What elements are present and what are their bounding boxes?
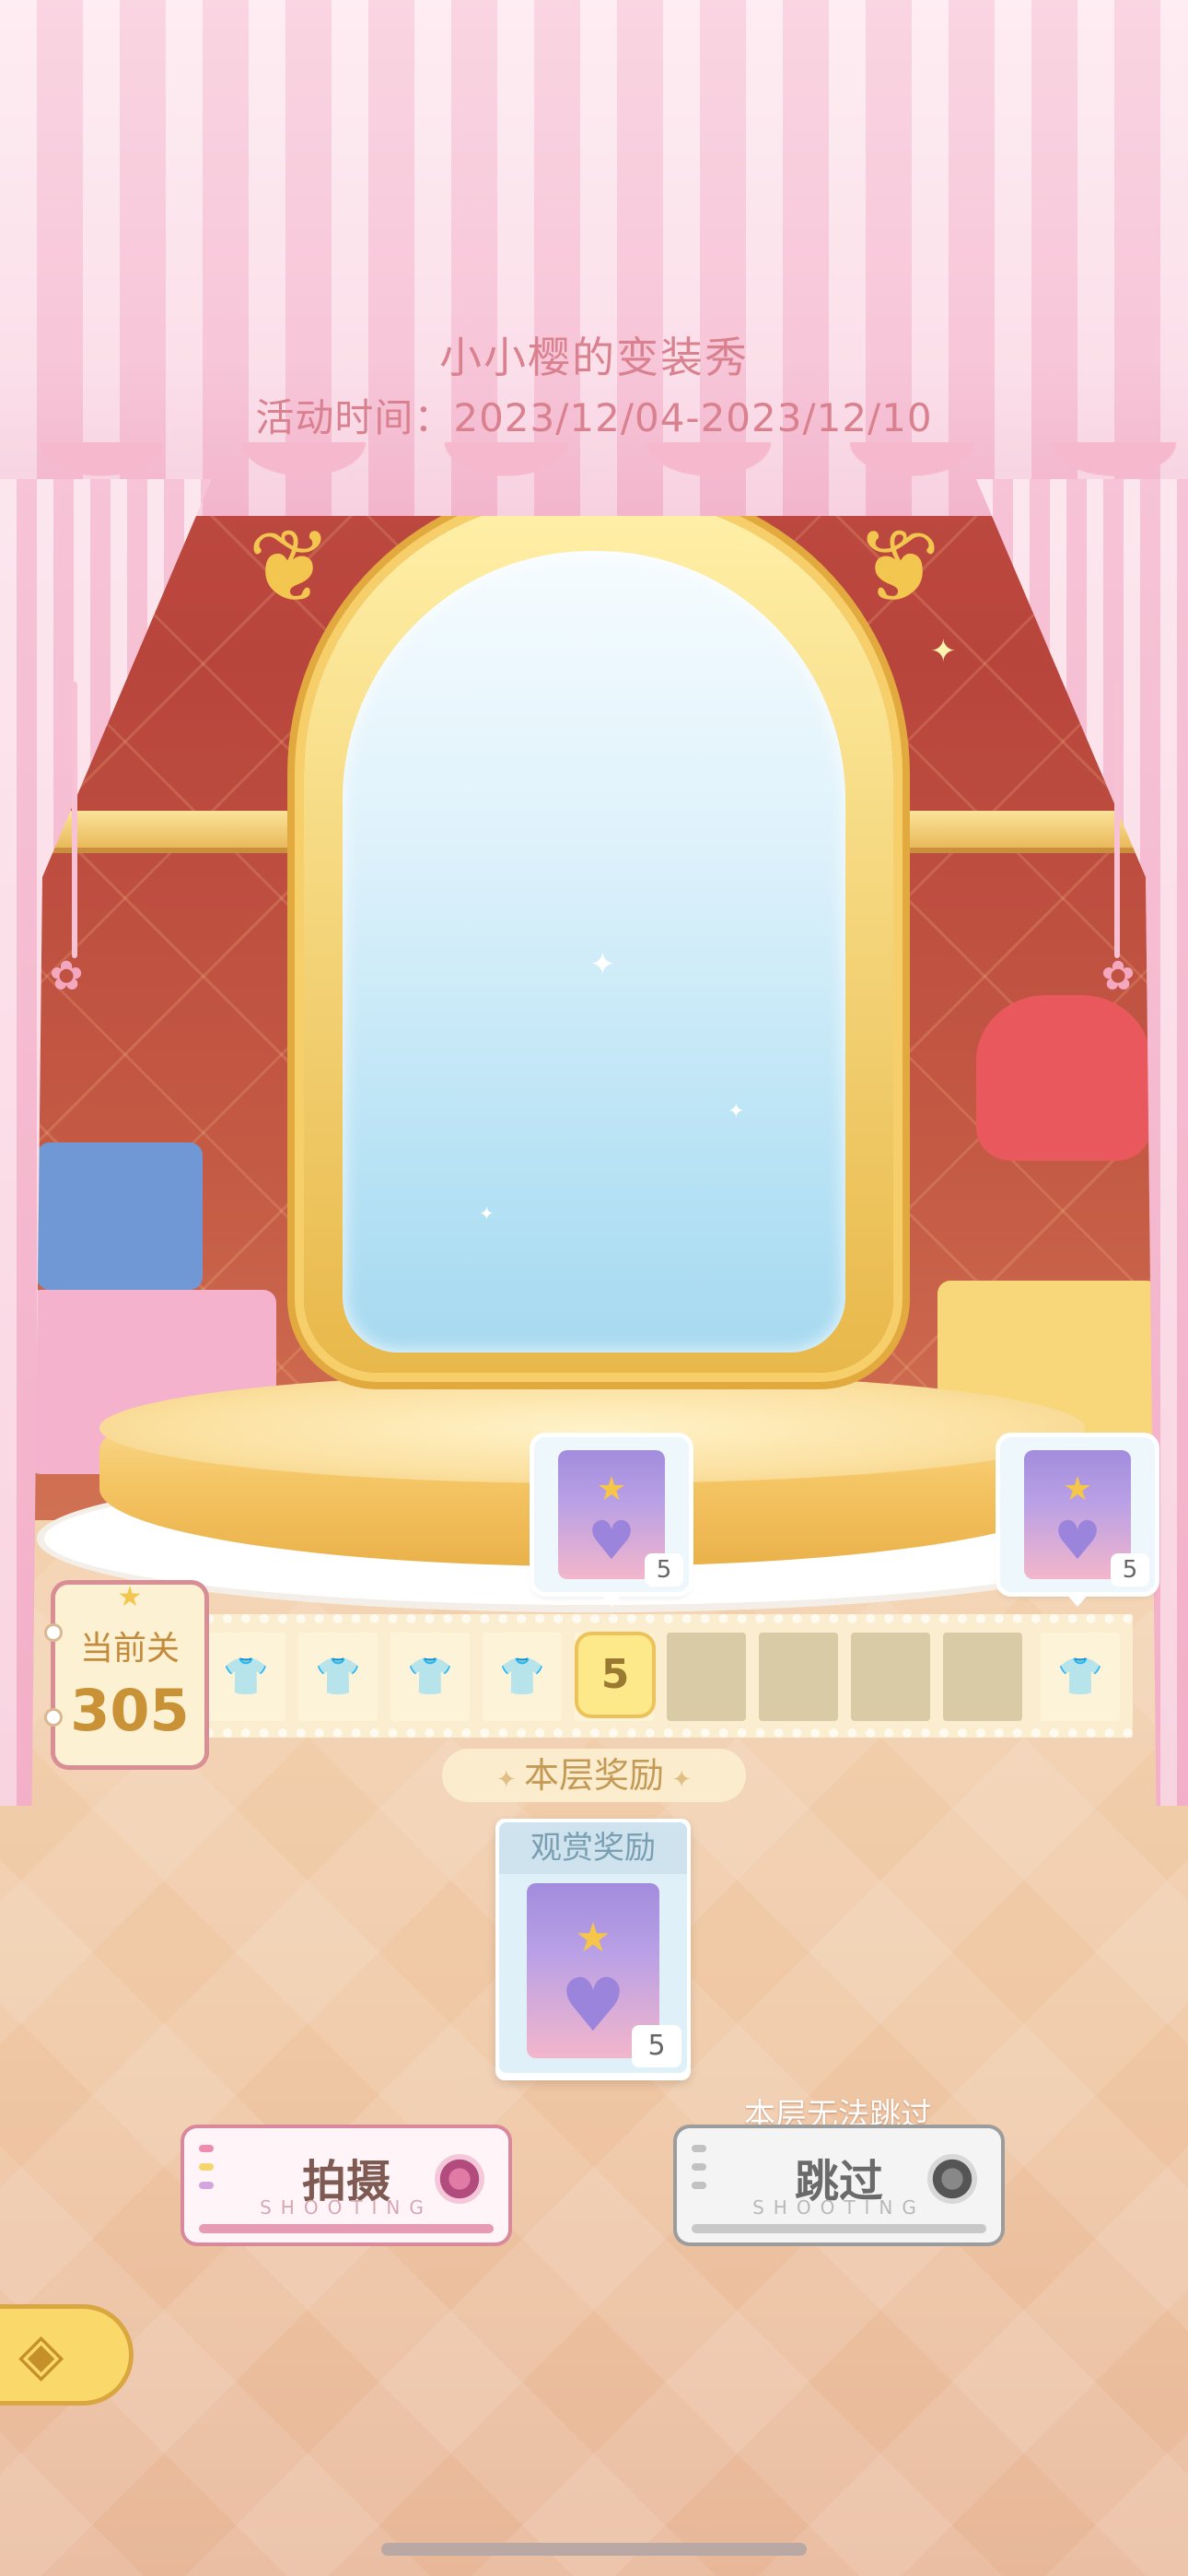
floor-reward-title: ✦ 本层奖励 ✦ bbox=[442, 1749, 746, 1802]
star-icon: ★ bbox=[117, 1581, 143, 1613]
current-level-marker: 5 bbox=[578, 1635, 652, 1715]
back-button[interactable]: ◈ bbox=[0, 2309, 129, 2401]
level-slot-completed: 👕 bbox=[483, 1633, 562, 1721]
shirt-icon: 👕 bbox=[1057, 1656, 1103, 1698]
level-slot-milestone: 👕 bbox=[1041, 1633, 1120, 1721]
viewing-reward-title: 观赏奖励 bbox=[499, 1822, 687, 1874]
sparkle-icon: ✦ bbox=[930, 633, 957, 670]
current-level-label: 当前关 bbox=[79, 1630, 180, 1668]
sparkle-icon: ✦ bbox=[479, 1202, 495, 1224]
camera-lens-icon bbox=[435, 2154, 484, 2204]
milestone-reward-card[interactable]: ★ ♥ 5 bbox=[534, 1437, 689, 1607]
reward-count: 5 bbox=[1111, 1553, 1149, 1587]
level-slot-locked bbox=[759, 1633, 838, 1721]
level-slot-locked bbox=[943, 1633, 1022, 1721]
star-icon: ★ bbox=[1062, 1470, 1093, 1508]
milestone-reward-card[interactable]: ★ ♥ 5 bbox=[1000, 1437, 1155, 1607]
event-time: 活动时间：2023/12/04-2023/12/10 bbox=[255, 395, 933, 440]
viewing-reward-card[interactable]: 观赏奖励 ★ ♥ 5 bbox=[495, 1819, 691, 2080]
current-level-badge: ★ 当前关 305 bbox=[44, 1581, 204, 1765]
camera-bar bbox=[692, 2224, 986, 2233]
camera-lens-icon bbox=[927, 2154, 977, 2204]
sparkle-icon: ✦ bbox=[664, 1766, 693, 1794]
ribbon-string bbox=[1114, 682, 1120, 958]
bow-icon: ✿ bbox=[1101, 953, 1136, 1000]
level-slot-locked bbox=[667, 1633, 746, 1721]
shirt-icon: 👕 bbox=[407, 1656, 453, 1698]
reward-count: 5 bbox=[645, 1553, 683, 1587]
sparkle-icon: ✦ bbox=[495, 1766, 524, 1794]
shirt-icon: 👕 bbox=[499, 1656, 545, 1698]
level-slot-completed: 👕 bbox=[390, 1633, 470, 1721]
left-wing-icon: ❦ bbox=[247, 508, 333, 626]
right-wing-icon: ❦ bbox=[855, 508, 941, 626]
blue-hatbox bbox=[37, 1142, 203, 1290]
home-indicator[interactable] bbox=[381, 2543, 807, 2556]
level-slot-locked bbox=[851, 1633, 930, 1721]
shirt-icon: 👕 bbox=[223, 1656, 269, 1698]
current-level-number: 305 bbox=[70, 1677, 190, 1744]
event-title: 小小樱的变装秀 bbox=[439, 333, 749, 382]
back-arrow-icon: ◈ bbox=[18, 2321, 64, 2389]
reward-count: 5 bbox=[632, 2025, 681, 2067]
sparkle-icon: ✦ bbox=[589, 946, 616, 983]
star-icon: ★ bbox=[596, 1470, 627, 1508]
star-icon: ★ bbox=[575, 1914, 611, 1961]
ribbon-string bbox=[72, 682, 77, 958]
bow-icon: ✿ bbox=[49, 953, 84, 1000]
camera-bar bbox=[199, 2224, 494, 2233]
level-slot-completed: 👕 bbox=[206, 1633, 285, 1721]
floor-reward-title-text: 本层奖励 bbox=[523, 1755, 664, 1796]
red-dress bbox=[976, 995, 1151, 1161]
shirt-icon: 👕 bbox=[315, 1656, 361, 1698]
shoot-button[interactable]: 拍摄 SHOOTING bbox=[184, 2128, 508, 2242]
sparkle-icon: ✦ bbox=[728, 1100, 745, 1123]
level-slot-completed: 👕 bbox=[298, 1633, 378, 1721]
skip-button[interactable]: 跳过 SHOOTING bbox=[677, 2128, 1001, 2242]
reward-item: ★ ♥ 5 bbox=[499, 1874, 687, 2073]
